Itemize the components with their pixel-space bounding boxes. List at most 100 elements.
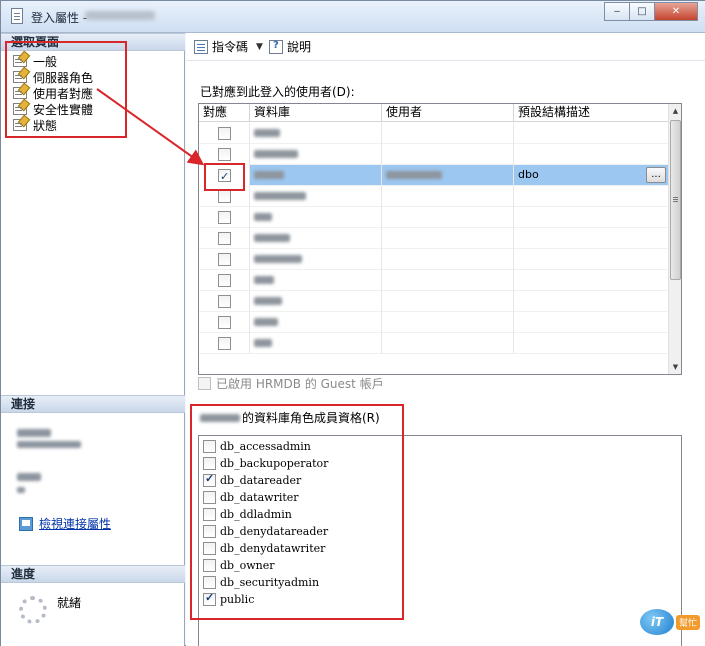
map-cell <box>199 333 250 354</box>
scroll-down-arrow-icon[interactable]: ▼ <box>669 360 681 374</box>
default-schema-cell <box>514 123 669 144</box>
watermark-tag: 幫忙 <box>675 614 700 630</box>
scroll-up-arrow-icon[interactable]: ▲ <box>669 104 681 118</box>
column-header-default-schema[interactable]: 預設結構描述 <box>514 104 669 122</box>
progress-spinner-icon <box>19 596 47 624</box>
map-checkbox[interactable] <box>218 316 231 329</box>
database-name-redacted <box>254 255 302 263</box>
title-bar: 登入屬性 - ‒ □ ✕ <box>1 1 705 33</box>
database-cell <box>250 249 382 270</box>
scroll-thumb[interactable] <box>670 120 681 280</box>
user-mapping-grid: 對應 資料庫 使用者 預設結構描述 dbo... ▲ ▼ <box>198 103 682 375</box>
user-name-redacted <box>386 171 442 179</box>
toolbar: 指令碼 ▼ 說明 <box>186 33 705 61</box>
maximize-button[interactable]: □ <box>629 2 655 21</box>
connection-header: 連接 <box>1 395 185 413</box>
database-cell <box>250 165 382 186</box>
annotation-box-roles <box>190 404 404 620</box>
view-connection-properties-link[interactable]: 檢視連接屬性 <box>19 515 111 532</box>
grid-body: dbo... <box>199 123 669 354</box>
user-cell <box>382 249 514 270</box>
user-cell <box>382 291 514 312</box>
annotation-box-pages <box>5 41 127 138</box>
user-cell <box>382 123 514 144</box>
column-header-map[interactable]: 對應 <box>199 104 250 122</box>
table-row[interactable] <box>199 207 669 228</box>
users-mapped-label: 已對應到此登入的使用者(D): <box>200 85 355 99</box>
map-cell <box>199 291 250 312</box>
map-cell <box>199 207 250 228</box>
close-button[interactable]: ✕ <box>654 2 698 21</box>
script-dropdown-arrow-icon[interactable]: ▼ <box>256 42 263 52</box>
window-icon <box>11 8 23 24</box>
progress-header: 進度 <box>1 565 185 583</box>
map-checkbox[interactable] <box>218 211 231 224</box>
map-cell <box>199 228 250 249</box>
map-checkbox[interactable] <box>218 274 231 287</box>
map-checkbox[interactable] <box>218 295 231 308</box>
user-cell <box>382 333 514 354</box>
annotation-box-map-checkbox <box>204 163 245 191</box>
default-schema-cell <box>514 333 669 354</box>
user-cell <box>382 144 514 165</box>
table-row[interactable] <box>199 144 669 165</box>
database-name-redacted <box>254 318 278 326</box>
user-cell <box>382 186 514 207</box>
help-button[interactable]: 說明 <box>287 38 311 55</box>
table-row[interactable] <box>199 249 669 270</box>
column-header-user[interactable]: 使用者 <box>382 104 514 122</box>
map-checkbox[interactable] <box>218 337 231 350</box>
window-controls: ‒ □ ✕ <box>604 2 698 22</box>
minimize-button[interactable]: ‒ <box>604 2 630 21</box>
table-row[interactable] <box>199 123 669 144</box>
map-cell <box>199 270 250 291</box>
default-schema-cell <box>514 291 669 312</box>
map-cell <box>199 144 250 165</box>
map-cell <box>199 249 250 270</box>
view-connection-properties-label: 檢視連接屬性 <box>39 517 112 531</box>
connection-server-label-redacted <box>17 429 51 437</box>
script-button[interactable]: 指令碼 <box>212 38 248 55</box>
database-cell <box>250 186 382 207</box>
default-schema-browse-button[interactable]: ... <box>646 167 666 183</box>
progress-status: 就緒 <box>57 596 82 610</box>
guest-account-option: 已啟用 HRMDB 的 Guest 帳戶 <box>198 375 384 392</box>
database-cell <box>250 207 382 228</box>
database-cell <box>250 228 382 249</box>
table-row[interactable] <box>199 312 669 333</box>
connection-user-label-redacted <box>17 473 41 481</box>
database-name-redacted <box>254 129 280 137</box>
map-cell <box>199 312 250 333</box>
table-row[interactable] <box>199 333 669 354</box>
map-checkbox[interactable] <box>218 253 231 266</box>
map-cell <box>199 123 250 144</box>
map-checkbox[interactable] <box>218 190 231 203</box>
guest-account-checkbox <box>198 377 211 390</box>
user-cell <box>382 165 514 186</box>
table-row[interactable] <box>199 186 669 207</box>
watermark-bubble: iT <box>639 609 674 635</box>
database-cell <box>250 270 382 291</box>
table-row[interactable] <box>199 228 669 249</box>
script-icon <box>194 39 208 54</box>
database-name-redacted <box>254 234 290 242</box>
table-row[interactable] <box>199 270 669 291</box>
window-title: 登入屬性 - <box>31 11 88 25</box>
map-checkbox[interactable] <box>218 127 231 140</box>
database-cell <box>250 312 382 333</box>
map-checkbox[interactable] <box>218 148 231 161</box>
default-schema-cell <box>514 186 669 207</box>
login-properties-window: 登入屬性 - ‒ □ ✕ 選取頁面 一般 伺服器角色 使用者對應 安全性實體 狀… <box>0 0 705 646</box>
grid-vertical-scrollbar[interactable]: ▲ ▼ <box>668 104 681 374</box>
table-row[interactable] <box>199 291 669 312</box>
map-checkbox[interactable] <box>218 232 231 245</box>
table-row[interactable]: dbo... <box>199 165 669 186</box>
watermark-logo: iT 幫忙 <box>639 609 700 635</box>
default-schema-cell: dbo... <box>514 165 669 186</box>
database-cell <box>250 333 382 354</box>
default-schema-cell <box>514 207 669 228</box>
default-schema-cell <box>514 312 669 333</box>
column-header-database[interactable]: 資料庫 <box>250 104 382 122</box>
database-name-redacted <box>254 276 274 284</box>
default-schema-cell <box>514 228 669 249</box>
